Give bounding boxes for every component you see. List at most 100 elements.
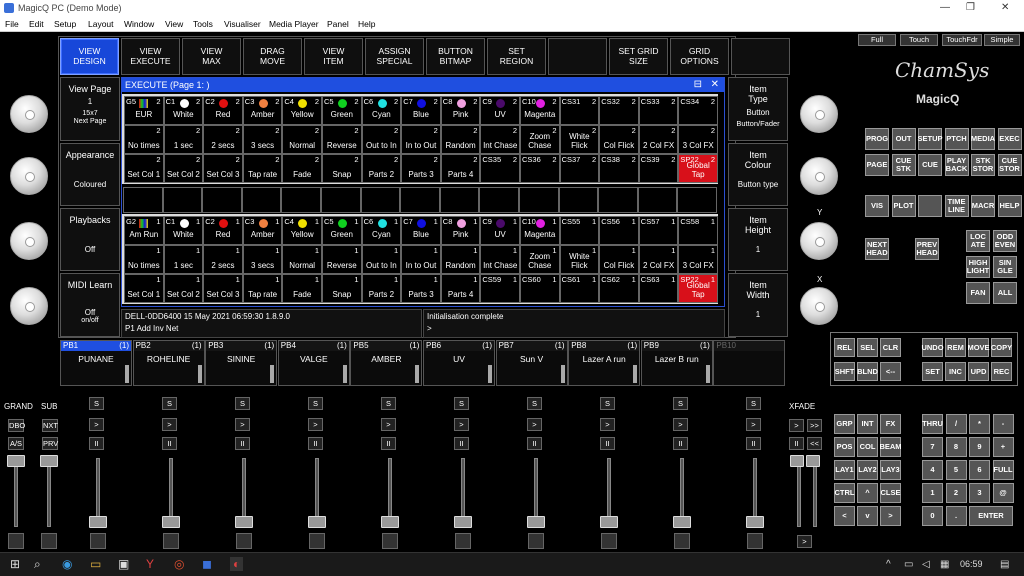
sub-flash-button[interactable] xyxy=(41,533,57,549)
encoder-left-2[interactable] xyxy=(10,157,48,195)
key-clr[interactable]: CLR xyxy=(880,338,901,357)
menu-tools[interactable]: Tools xyxy=(193,19,213,29)
execute-cell[interactable]: C4 2 Yellow xyxy=(282,96,322,125)
magicq-taskbar-icon[interactable]: ◼ xyxy=(202,557,212,571)
pb1-go-button[interactable]: > xyxy=(89,418,104,431)
key-time-line[interactable]: TIME LINE xyxy=(944,195,969,217)
key-prev-head[interactable]: PREV HEAD xyxy=(915,238,939,260)
execute-cell[interactable]: 2 3 Col FX xyxy=(678,125,718,154)
windows-start-icon[interactable]: ⊞ xyxy=(10,557,20,571)
maximize-icon[interactable]: ❐ xyxy=(966,2,975,13)
execute-cell[interactable]: CS37 2 xyxy=(559,154,600,183)
empty-cell[interactable] xyxy=(281,187,321,213)
pb6-fader-knob[interactable] xyxy=(454,516,472,528)
execute-cell[interactable]: 2 Reverse xyxy=(322,125,362,154)
search-icon[interactable]: ⌕ xyxy=(34,557,41,572)
playback-10[interactable]: PB10 xyxy=(713,340,786,386)
key-beam[interactable]: BEAM xyxy=(879,437,902,457)
prv-button[interactable]: PRV xyxy=(42,437,58,450)
key-ptch[interactable]: PTCH xyxy=(944,128,969,150)
key-vis[interactable]: VIS xyxy=(865,195,889,217)
pb5-pause-button[interactable]: II xyxy=(381,437,396,450)
key-prog[interactable]: PROG xyxy=(865,128,889,150)
pb1-fader-knob[interactable] xyxy=(89,516,107,528)
empty-cell[interactable] xyxy=(241,187,282,213)
notification-icon[interactable]: ▤ xyxy=(1000,559,1009,570)
encoder-right-4[interactable] xyxy=(800,287,838,325)
execute-cell[interactable]: C2 2 Red xyxy=(203,96,243,125)
key-lay3[interactable]: LAY3 xyxy=(880,460,901,480)
execute-cell[interactable]: 1 White Flick xyxy=(559,245,600,274)
keypad-key-12[interactable]: FULL xyxy=(992,460,1014,480)
menu-panel[interactable]: Panel xyxy=(327,19,349,29)
execute-cell[interactable]: 2 Snap xyxy=(322,154,362,183)
tab-simple[interactable]: Simple xyxy=(984,34,1020,46)
execute-cell[interactable]: C3 2 Amber xyxy=(242,96,283,125)
execute-cell[interactable]: 2 Random xyxy=(440,125,481,154)
tab-touchfdr[interactable]: TouchFdr xyxy=(942,34,982,46)
execute-cell[interactable]: C6 2 Cyan xyxy=(361,96,402,125)
execute-cell[interactable]: 1 No times xyxy=(124,245,164,274)
key-all[interactable]: ALL xyxy=(993,282,1017,304)
execute-cell[interactable]: CS39 2 xyxy=(638,154,679,183)
pb1-select-button[interactable]: S xyxy=(89,397,104,410)
execute-cell[interactable]: 11 sec xyxy=(163,245,204,274)
empty-cell[interactable] xyxy=(677,187,717,213)
execute-cell[interactable]: 23 secs xyxy=(242,125,283,154)
keypad-key-4[interactable]: - xyxy=(992,414,1014,434)
keypad-key-8[interactable]: + xyxy=(992,437,1014,457)
encoder-right-1[interactable] xyxy=(800,95,838,133)
execute-cell[interactable]: 1 2 Col FX xyxy=(638,245,679,274)
execute-cell[interactable]: CS62 1 xyxy=(599,274,639,303)
close-icon[interactable]: ✕ xyxy=(1001,2,1009,13)
keypad-key-11[interactable]: 6 xyxy=(969,460,990,480)
playback-1[interactable]: PB1 (1) PUNANE xyxy=(60,340,132,386)
execute-cell[interactable]: 1 Col Flick xyxy=(599,245,639,274)
execute-cell[interactable]: 2 Tap rate xyxy=(242,154,283,183)
key-col[interactable]: COL xyxy=(857,437,878,457)
pb9-go-button[interactable]: > xyxy=(673,418,688,431)
execute-cell[interactable]: C4 1 Yellow xyxy=(282,216,322,245)
pb3-select-button[interactable]: S xyxy=(235,397,250,410)
pb4-pause-button[interactable]: II xyxy=(308,437,323,450)
key-media[interactable]: MEDIA xyxy=(971,128,995,150)
xfade-a-fader-knob[interactable] xyxy=(790,455,804,467)
key-cue[interactable]: CUE xyxy=(918,154,942,176)
mode-button-7[interactable]: BUTTON BITMAP xyxy=(426,38,485,75)
view-page-box[interactable]: View Page 1 15x7 Next Page xyxy=(60,77,120,141)
pb7-select-button[interactable]: S xyxy=(527,397,542,410)
execute-cell[interactable]: G5 2 EUR xyxy=(124,96,164,125)
menu-media-player[interactable]: Media Player xyxy=(269,19,319,29)
xfade-rw-button[interactable]: << xyxy=(807,437,822,450)
playback-5[interactable]: PB5 (1) AMBER xyxy=(350,340,423,386)
execute-cell[interactable]: C5 2 Green xyxy=(322,96,362,125)
pb2-go-button[interactable]: > xyxy=(162,418,177,431)
mode-button-6[interactable]: ASSIGN SPECIAL xyxy=(365,38,424,75)
menu-file[interactable]: File xyxy=(5,19,19,29)
pb10-go-button[interactable]: > xyxy=(746,418,761,431)
key-move[interactable]: MOVE xyxy=(967,338,990,357)
key-fx[interactable]: FX xyxy=(880,414,901,434)
mode-button-10[interactable]: SET GRID SIZE xyxy=(609,38,668,75)
key-blank[interactable] xyxy=(918,195,942,217)
execute-cell[interactable]: C7 2 Blue xyxy=(401,96,441,125)
grand-fader-knob[interactable] xyxy=(7,455,25,467)
keypad-key-10[interactable]: 5 xyxy=(945,460,967,480)
key-set[interactable]: SET xyxy=(922,362,943,381)
grand-flash-button[interactable] xyxy=(8,533,24,549)
execute-cell[interactable]: 2 Parts 4 xyxy=(440,154,481,183)
execute-cell[interactable]: 13 secs xyxy=(242,245,283,274)
execute-cell[interactable]: 2 Set Col 2 xyxy=(163,154,204,183)
pb6-select-button[interactable]: S xyxy=(454,397,469,410)
execute-cell[interactable]: 2 Normal xyxy=(282,125,322,154)
pb2-select-button[interactable]: S xyxy=(162,397,177,410)
key-odd-even[interactable]: ODD EVEN xyxy=(993,230,1017,252)
sub-fader-knob[interactable] xyxy=(40,455,58,467)
menu-window[interactable]: Window xyxy=(124,19,154,29)
key-up[interactable]: ^ xyxy=(857,483,878,503)
network-icon[interactable]: ▭ xyxy=(904,559,913,570)
pb7-flash-button[interactable] xyxy=(528,533,544,549)
empty-cell[interactable] xyxy=(400,187,440,213)
key-inc[interactable]: INC xyxy=(945,362,966,381)
key-copy[interactable]: COPY xyxy=(991,338,1012,357)
